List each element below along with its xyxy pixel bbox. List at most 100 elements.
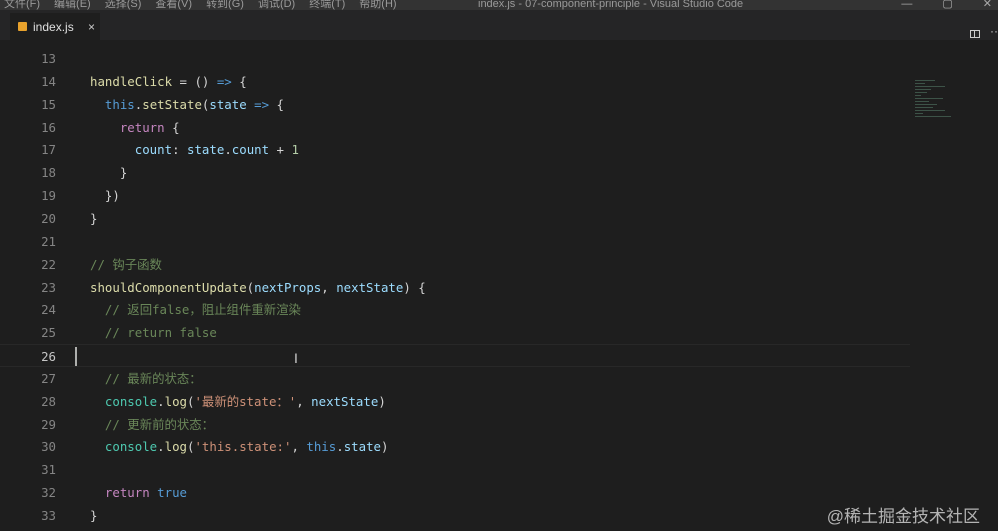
code-text: console.log('最新的state：', nextState) xyxy=(90,390,386,413)
code-line: 26 xyxy=(0,344,910,368)
code-token: handleClick xyxy=(90,73,173,89)
code-token: true xyxy=(157,485,187,501)
code-token: state xyxy=(343,439,381,455)
code-line: 23 shouldComponentUpdate(nextProps, nextS… xyxy=(0,276,910,299)
code-line: 28 console.log('最新的state：', nextState) xyxy=(0,390,910,413)
code-text: this.setState(state => { xyxy=(90,93,284,116)
code-token: , xyxy=(321,279,337,295)
code-text: } xyxy=(90,207,97,230)
line-number: 16 xyxy=(41,119,56,135)
tab-index-js[interactable]: index.js × xyxy=(10,13,100,40)
code-text: } xyxy=(90,504,97,527)
menu-bar: 文件(F) 编辑(E) 选择(S) 查看(V) 转到(G) 调试(D) 终端(T) 帮助(H)… xyxy=(0,0,998,10)
menu-item[interactable]: 终端(T) xyxy=(309,0,345,10)
code-text: handleClick = () => { xyxy=(90,70,247,93)
code-token: . xyxy=(157,393,165,409)
code-token: } xyxy=(90,165,128,181)
close-tab-icon[interactable]: × xyxy=(88,20,95,34)
line-number: 28 xyxy=(41,393,56,409)
menu-item[interactable]: 选择(S) xyxy=(105,0,142,10)
code-text: count: state.count + 1 xyxy=(90,138,299,161)
code-token: } xyxy=(90,508,98,523)
code-token: // 返回false，阻止组件重新渲染 xyxy=(104,302,301,318)
line-number: 17 xyxy=(41,142,56,158)
menu-item[interactable]: 查看(V) xyxy=(155,0,192,10)
code-token: { xyxy=(269,96,285,112)
line-number: 21 xyxy=(41,233,56,249)
more-actions-icon[interactable]: ·· xyxy=(990,24,998,38)
code-token: ) xyxy=(378,393,386,409)
line-number: 31 xyxy=(41,462,56,478)
code-text: // 返回false，阻止组件重新渲染 xyxy=(90,298,301,321)
menu-item[interactable]: 编辑(E) xyxy=(54,0,91,10)
window-title: index.js - 07-component-principle - Visu… xyxy=(478,0,744,10)
code-text: // 更新前的状态： xyxy=(90,413,214,436)
code-token: return xyxy=(119,119,165,135)
code-text: } xyxy=(90,161,127,184)
code-token: log xyxy=(164,439,187,455)
line-number: 18 xyxy=(41,165,56,181)
line-number: 30 xyxy=(41,439,56,455)
minimap-line xyxy=(915,110,945,111)
code-token: count xyxy=(134,142,173,158)
code-token: // 钩子函数 xyxy=(90,256,162,272)
line-number: 15 xyxy=(41,96,56,112)
line-number: 13 xyxy=(41,51,56,66)
tab-label: index.js xyxy=(33,19,74,34)
line-number: 27 xyxy=(41,370,56,386)
line-number: 26 xyxy=(41,349,56,365)
code-text: return true xyxy=(90,481,187,504)
minimap-line xyxy=(915,113,923,114)
code-token: . xyxy=(157,439,165,455)
code-token: '最新的state：' xyxy=(194,393,297,409)
code-line: 29 // 更新前的状态： xyxy=(0,413,910,436)
code-token: nextState xyxy=(311,393,379,409)
line-number: 33 xyxy=(41,508,56,523)
minimap[interactable] xyxy=(915,80,965,150)
code-token: + xyxy=(269,142,292,158)
code-token: ) { xyxy=(403,279,426,295)
code-token: state xyxy=(209,96,247,112)
code-line: 20} xyxy=(0,207,910,230)
menu-item[interactable]: 帮助(H) xyxy=(359,0,396,10)
tab-bar: index.js × ·· xyxy=(0,10,998,40)
maximize-button[interactable]: ▢ xyxy=(942,0,952,10)
minimize-button[interactable]: — xyxy=(901,0,912,10)
watermark: @稀土掘金技术社区 xyxy=(826,507,980,526)
code-token: state xyxy=(187,142,225,158)
code-line: 25 // return false xyxy=(0,321,910,344)
menu-item[interactable]: 文件(F) xyxy=(4,0,40,10)
minimap-line xyxy=(915,83,925,84)
code-token: } xyxy=(90,210,98,226)
minimap-line xyxy=(915,104,937,105)
code-line: 14 handleClick = () => { xyxy=(0,70,910,93)
code-line: 32 return true xyxy=(0,481,910,504)
code-token: log xyxy=(164,393,187,409)
minimap-line xyxy=(915,98,943,99)
code-token: this xyxy=(306,439,337,455)
code-line: 19 }) xyxy=(0,184,910,207)
minimap-line xyxy=(915,95,921,96)
code-line: 21 xyxy=(0,230,910,253)
close-window-button[interactable]: ✕ xyxy=(983,0,992,10)
code-token: }) xyxy=(90,188,120,204)
line-number: 25 xyxy=(41,325,56,341)
minimap-line xyxy=(915,80,935,81)
code-text: // return false xyxy=(90,321,217,344)
code-editor[interactable]: 13 14 handleClick = () => { 15 this.setStat… xyxy=(0,40,998,531)
code-token: count xyxy=(231,142,270,158)
code-line: 17 count: state.count + 1 xyxy=(0,138,910,161)
code-token: , xyxy=(291,439,307,455)
menu-item[interactable]: 转到(G) xyxy=(206,0,244,10)
menu-item[interactable]: 调试(D) xyxy=(258,0,295,10)
line-number: 29 xyxy=(41,416,56,432)
split-editor-icon[interactable] xyxy=(970,30,980,38)
code-token: , xyxy=(296,393,312,409)
code-token: . xyxy=(224,142,232,158)
code-line: 22 // 钩子函数 xyxy=(0,253,910,276)
